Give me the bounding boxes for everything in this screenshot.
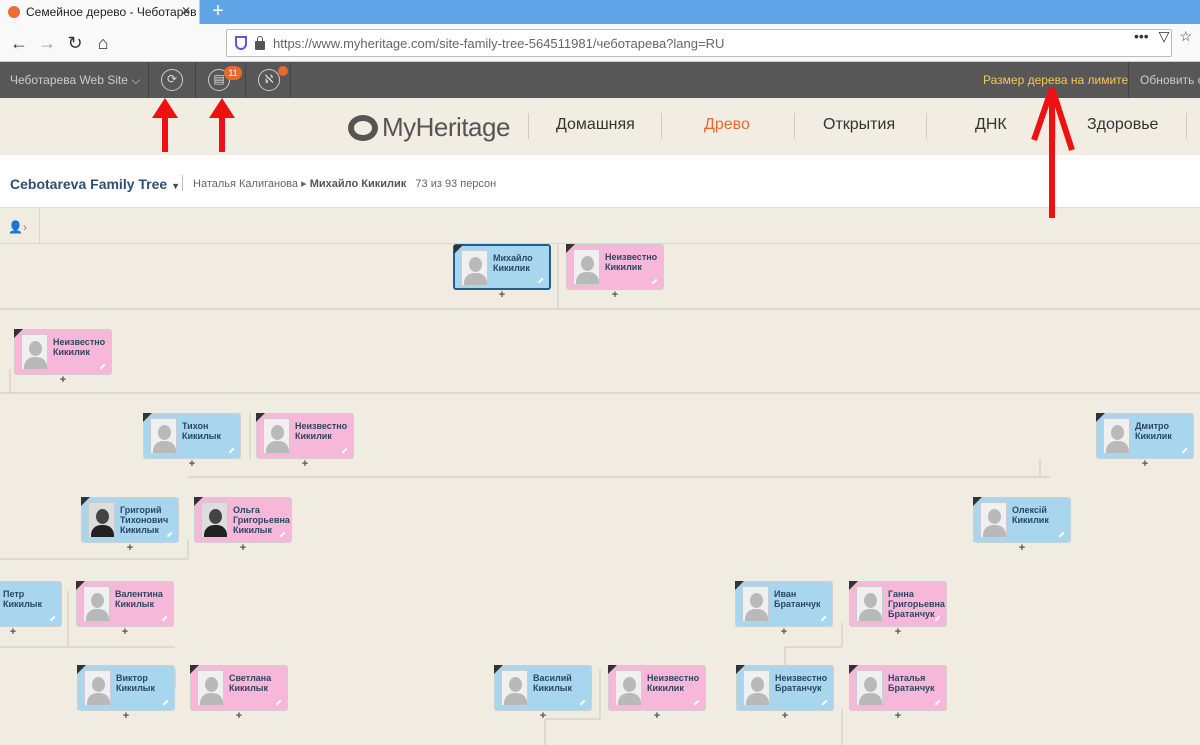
annotation-arrows bbox=[152, 87, 1075, 218]
